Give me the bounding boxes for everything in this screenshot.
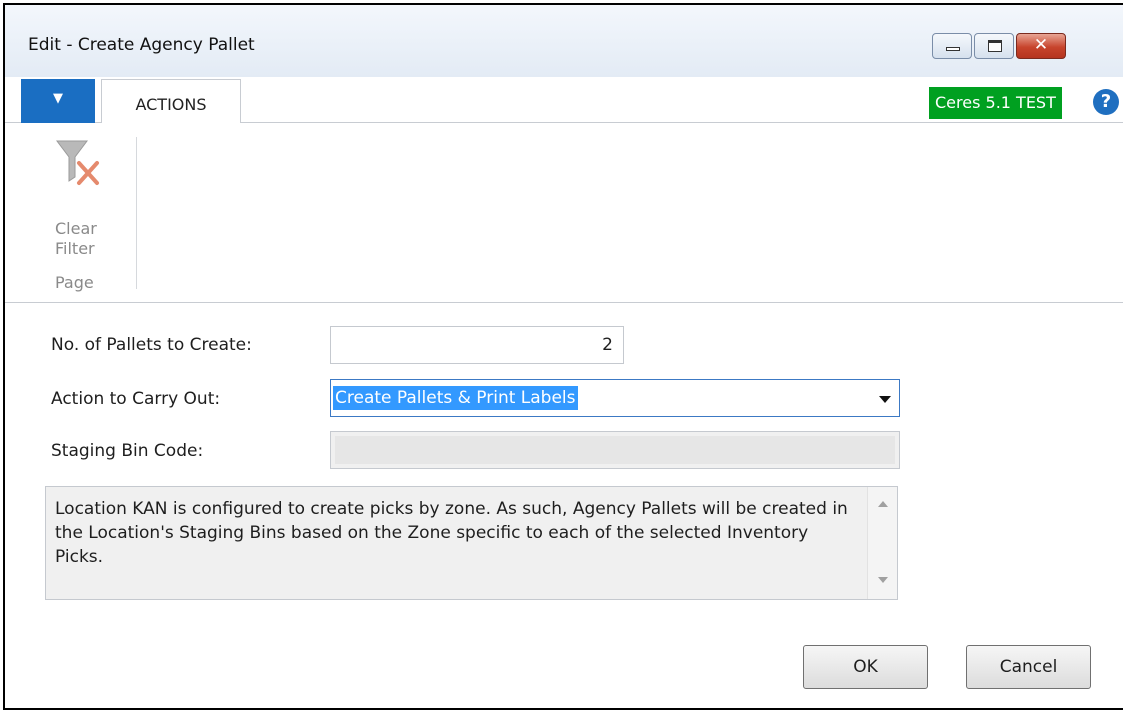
cancel-button[interactable]: Cancel	[966, 645, 1091, 689]
tab-actions-label: ACTIONS	[135, 95, 207, 114]
scroll-up-icon[interactable]	[878, 501, 888, 507]
action-label: Action to Carry Out:	[51, 389, 221, 409]
minimize-button[interactable]	[932, 33, 972, 59]
action-select[interactable]: Create Pallets & Print Labels	[330, 379, 900, 417]
maximize-icon	[988, 40, 1002, 52]
ribbon-group-divider	[136, 137, 137, 289]
dialog-window: Edit - Create Agency Pallet ✕ ▼ ACTIONS …	[3, 3, 1123, 710]
dropdown-arrow-icon[interactable]	[879, 396, 891, 403]
pallets-label: No. of Pallets to Create:	[51, 335, 252, 355]
close-button[interactable]: ✕	[1016, 33, 1066, 59]
ok-button[interactable]: OK	[803, 645, 928, 689]
application-menu-button[interactable]: ▼	[21, 79, 95, 123]
action-selected-value: Create Pallets & Print Labels	[333, 386, 578, 410]
scroll-down-icon[interactable]	[878, 577, 888, 583]
clear-filter-label-line2: Filter	[55, 239, 95, 258]
window-title: Edit - Create Agency Pallet	[28, 35, 255, 55]
staging-label: Staging Bin Code:	[51, 441, 204, 461]
clear-filter-icon	[56, 140, 99, 185]
title-bar: Edit - Create Agency Pallet ✕	[5, 5, 1123, 77]
help-icon[interactable]: ?	[1093, 89, 1119, 115]
pallets-input[interactable]: 2	[330, 326, 624, 364]
tab-actions[interactable]: ACTIONS	[101, 79, 241, 124]
pallets-value: 2	[602, 335, 613, 355]
chevron-down-icon: ▼	[53, 91, 63, 106]
staging-bin-value	[335, 436, 895, 464]
clear-filter-label-line1: Clear	[55, 219, 97, 238]
staging-bin-input	[330, 431, 900, 469]
ribbon-panel: Clear Filter Page	[5, 123, 1123, 303]
clear-filter-label: Clear Filter	[55, 219, 97, 259]
ribbon-tab-bar: ▼ ACTIONS Ceres 5.1 TEST ?	[5, 77, 1123, 124]
info-scrollbar[interactable]	[867, 487, 897, 599]
clear-filter-button[interactable]: Clear Filter	[35, 133, 115, 273]
minimize-icon	[946, 47, 960, 51]
maximize-button[interactable]	[974, 33, 1014, 59]
ribbon-group-label: Page	[55, 273, 94, 292]
info-message-box: Location KAN is configured to create pic…	[45, 486, 898, 600]
info-message-text: Location KAN is configured to create pic…	[55, 499, 848, 567]
close-icon: ✕	[1033, 35, 1049, 55]
environment-badge: Ceres 5.1 TEST	[929, 87, 1062, 119]
